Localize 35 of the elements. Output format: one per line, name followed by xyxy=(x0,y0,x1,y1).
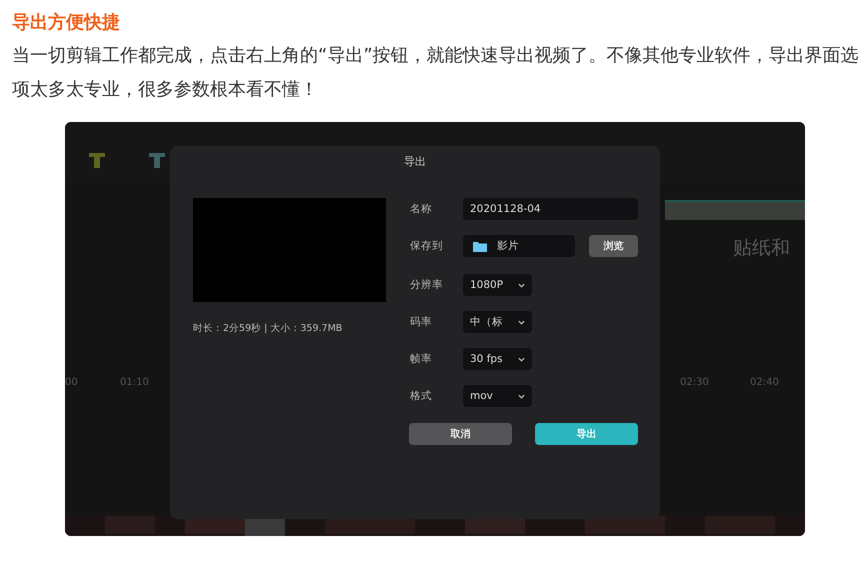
field-label: 分辨率 xyxy=(410,278,444,292)
chevron-down-icon xyxy=(518,282,525,288)
text-icon xyxy=(87,150,107,170)
folder-field[interactable]: 影片 xyxy=(463,235,575,257)
timeline-tick: 01:10 xyxy=(120,377,149,388)
field-label: 格式 xyxy=(410,389,433,403)
name-field[interactable]: 20201128-04 xyxy=(463,198,638,220)
export-info: 时长：2分59秒 | 大小：359.7MB xyxy=(193,322,344,335)
select-field[interactable]: 30 fps xyxy=(463,348,532,370)
timeline-tick: 02:30 xyxy=(680,377,709,388)
dialog-title: 导出 xyxy=(403,154,427,169)
browse-button[interactable]: 浏览 xyxy=(589,235,638,257)
article-paragraph: 当一切剪辑工作都完成，点击右上角的“导出”按钮，就能快速导出视频了。不像其他专业软件，导出界面选项太多太专业，很多参数根本看不懂！ xyxy=(12,44,860,102)
select-field[interactable]: mov xyxy=(463,385,532,407)
cancel-button[interactable]: 取消 xyxy=(409,423,512,445)
article-heading: 导出方便快捷 xyxy=(12,11,120,35)
folder-name: 影片 xyxy=(497,239,519,253)
folder-icon xyxy=(473,240,487,252)
chevron-down-icon xyxy=(518,320,525,324)
field-label: 名称 xyxy=(410,202,433,216)
select-field[interactable]: 中（标 xyxy=(463,311,532,333)
chevron-down-icon xyxy=(518,356,525,362)
timeline-tick: 02:40 xyxy=(750,377,779,388)
timeline-tick: 00 xyxy=(65,377,78,388)
select-value: mov xyxy=(470,390,493,402)
panel-title: 贴纸和 xyxy=(733,236,790,261)
select-value: 30 fps xyxy=(470,353,503,365)
select-value: 1080P xyxy=(470,279,504,291)
field-label: 保存到 xyxy=(410,239,444,253)
field-label: 帧率 xyxy=(410,352,433,366)
select-value: 中（标 xyxy=(470,315,503,329)
text-icon xyxy=(147,150,167,170)
field-label: 码率 xyxy=(410,315,433,329)
chevron-down-icon xyxy=(518,394,525,398)
select-field[interactable]: 1080P xyxy=(463,274,532,296)
